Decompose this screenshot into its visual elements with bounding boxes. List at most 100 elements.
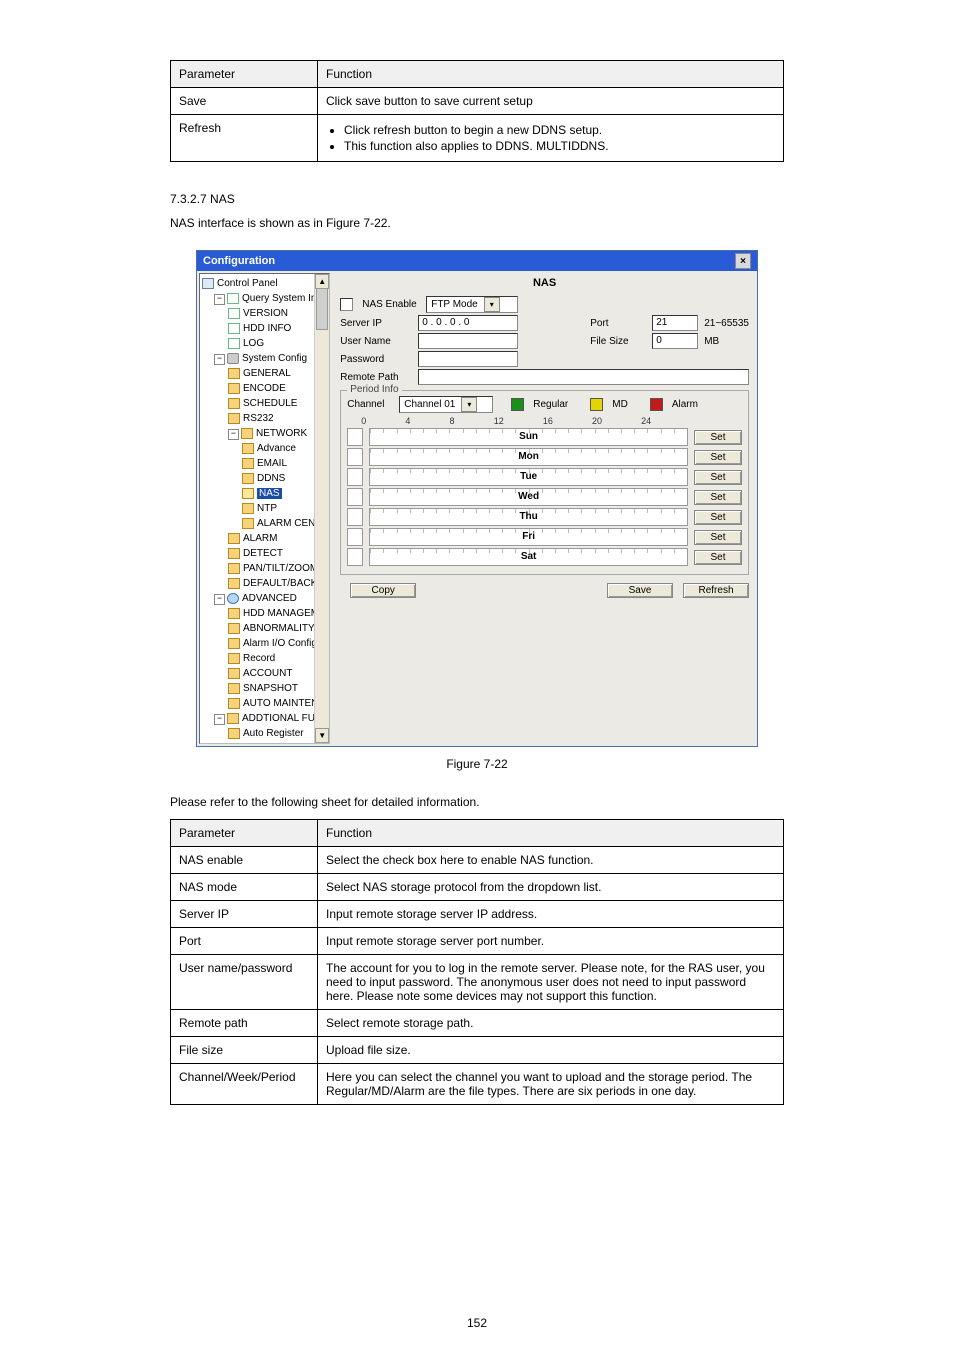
set-button[interactable]: Set <box>694 530 742 545</box>
folder-icon <box>228 548 240 559</box>
tree-node-version[interactable]: VERSION <box>202 306 327 321</box>
day-prebox <box>347 508 363 526</box>
tree-node-alarm-center[interactable]: ALARM CENTER <box>202 516 327 531</box>
tree-node-email[interactable]: EMAIL <box>202 456 327 471</box>
tree-node-advance[interactable]: Advance <box>202 441 327 456</box>
tree-node-rs232[interactable]: RS232 <box>202 411 327 426</box>
folder-icon <box>242 458 254 469</box>
copy-button[interactable]: Copy <box>350 583 416 598</box>
tree-node-ntp[interactable]: NTP <box>202 501 327 516</box>
day-row-tue: Tue Set <box>347 468 742 486</box>
tree-node-advanced[interactable]: −ADVANCED <box>202 591 327 606</box>
t2-cell-param: Remote path <box>171 1010 318 1037</box>
tree-node-network[interactable]: −NETWORK <box>202 426 327 441</box>
set-button[interactable]: Set <box>694 550 742 565</box>
folder-icon <box>228 698 240 709</box>
tree-node-default-backup[interactable]: DEFAULT/BACKUP <box>202 576 327 591</box>
tree-node-abnormality[interactable]: ABNORMALITY <box>202 621 327 636</box>
set-button[interactable]: Set <box>694 470 742 485</box>
page-icon <box>228 308 240 319</box>
nav-tree[interactable]: Control Panel−Query System InfoVERSIONHD… <box>199 273 330 744</box>
ruler-tick: 16 <box>543 416 553 426</box>
t1-r1c2: Click save button to save current setup <box>318 88 784 115</box>
username-input[interactable] <box>418 333 518 349</box>
close-icon[interactable]: × <box>735 253 751 269</box>
scroll-up-icon[interactable]: ▲ <box>315 274 329 289</box>
tree-node-control-panel[interactable]: Control Panel <box>202 276 327 291</box>
t2-cell-param: NAS enable <box>171 847 318 874</box>
day-timeline[interactable]: Fri <box>369 528 688 546</box>
t2-cell-func: Input remote storage server port number. <box>318 928 784 955</box>
day-row-wed: Wed Set <box>347 488 742 506</box>
day-timeline[interactable]: Mon <box>369 448 688 466</box>
figure-caption: Figure 7-22 <box>170 757 784 771</box>
ruler-tick: 20 <box>592 416 602 426</box>
refresh-button[interactable]: Refresh <box>683 583 749 598</box>
filesize-label: File Size <box>590 336 646 347</box>
tree-node-account[interactable]: ACCOUNT <box>202 666 327 681</box>
chevron-down-icon[interactable]: ▾ <box>461 397 477 412</box>
t1-h2: Function <box>318 61 784 88</box>
tree-node-nas[interactable]: NAS <box>202 486 327 501</box>
tree-node-pan-tilt-zoom[interactable]: PAN/TILT/ZOOM <box>202 561 327 576</box>
t1-r1c1: Save <box>171 88 318 115</box>
channel-select[interactable]: Channel 01 ▾ <box>399 396 493 413</box>
day-prebox <box>347 448 363 466</box>
day-label: Wed <box>370 489 687 505</box>
tree-node-system-config[interactable]: −System Config <box>202 351 327 366</box>
nas-enable-checkbox[interactable] <box>340 298 353 311</box>
t2-cell-func: Upload file size. <box>318 1037 784 1064</box>
day-timeline[interactable]: Sun <box>369 428 688 446</box>
tree-node-query-system-info[interactable]: −Query System Info <box>202 291 327 306</box>
day-timeline[interactable]: Wed <box>369 488 688 506</box>
tree-node-auto-maintenance[interactable]: AUTO MAINTENANCE <box>202 696 327 711</box>
folder-icon <box>228 623 240 634</box>
tree-scrollbar[interactable]: ▲ ▼ <box>314 274 329 743</box>
set-button[interactable]: Set <box>694 510 742 525</box>
tree-node-alarm[interactable]: ALARM <box>202 531 327 546</box>
tree-node-record[interactable]: Record <box>202 651 327 666</box>
tree-node-encode[interactable]: ENCODE <box>202 381 327 396</box>
folder-icon <box>227 713 239 724</box>
tree-node-addtional-function[interactable]: −ADDTIONAL FUNCTION <box>202 711 327 726</box>
nas-enable-label: NAS Enable <box>362 299 420 310</box>
tree-node-ddns[interactable]: DDNS <box>202 471 327 486</box>
tree-node-hdd-info[interactable]: HDD INFO <box>202 321 327 336</box>
chevron-down-icon[interactable]: ▾ <box>484 297 500 312</box>
password-label: Password <box>340 354 412 365</box>
tree-node-auto-register[interactable]: Auto Register <box>202 726 327 741</box>
t2-h2: Function <box>318 820 784 847</box>
day-timeline[interactable]: Tue <box>369 468 688 486</box>
scroll-thumb[interactable] <box>316 288 328 330</box>
server-ip-input[interactable]: 0 . 0 . 0 . 0 <box>418 315 518 331</box>
day-timeline[interactable]: Sat <box>369 548 688 566</box>
filesize-input[interactable]: 0 <box>652 333 698 349</box>
folder-icon <box>228 368 240 379</box>
set-button[interactable]: Set <box>694 490 742 505</box>
tree-node-hdd-management[interactable]: HDD MANAGEMENT <box>202 606 327 621</box>
save-button[interactable]: Save <box>607 583 673 598</box>
remotepath-input[interactable] <box>418 369 749 385</box>
period-info-legend: Period Info <box>347 384 401 395</box>
ftp-mode-select[interactable]: FTP Mode ▾ <box>426 296 518 313</box>
password-input[interactable] <box>418 351 518 367</box>
tree-node-detect[interactable]: DETECT <box>202 546 327 561</box>
tree-node-snapshot[interactable]: SNAPSHOT <box>202 681 327 696</box>
day-timeline[interactable]: Thu <box>369 508 688 526</box>
set-button[interactable]: Set <box>694 430 742 445</box>
folder-icon <box>228 533 240 544</box>
set-button[interactable]: Set <box>694 450 742 465</box>
tree-node-log[interactable]: LOG <box>202 336 327 351</box>
day-prebox <box>347 548 363 566</box>
scroll-down-icon[interactable]: ▼ <box>315 728 329 743</box>
port-input[interactable]: 21 <box>652 315 698 331</box>
folder-icon <box>228 563 240 574</box>
tree-node-schedule[interactable]: SCHEDULE <box>202 396 327 411</box>
folder-icon <box>228 638 240 649</box>
folder-icon <box>228 398 240 409</box>
tree-node-general[interactable]: GENERAL <box>202 366 327 381</box>
t2-cell-func: Here you can select the channel you want… <box>318 1064 784 1105</box>
day-row-mon: Mon Set <box>347 448 742 466</box>
tree-node-alarm-i-o-config[interactable]: Alarm I/O Config <box>202 636 327 651</box>
alarm-label: Alarm <box>672 399 698 410</box>
